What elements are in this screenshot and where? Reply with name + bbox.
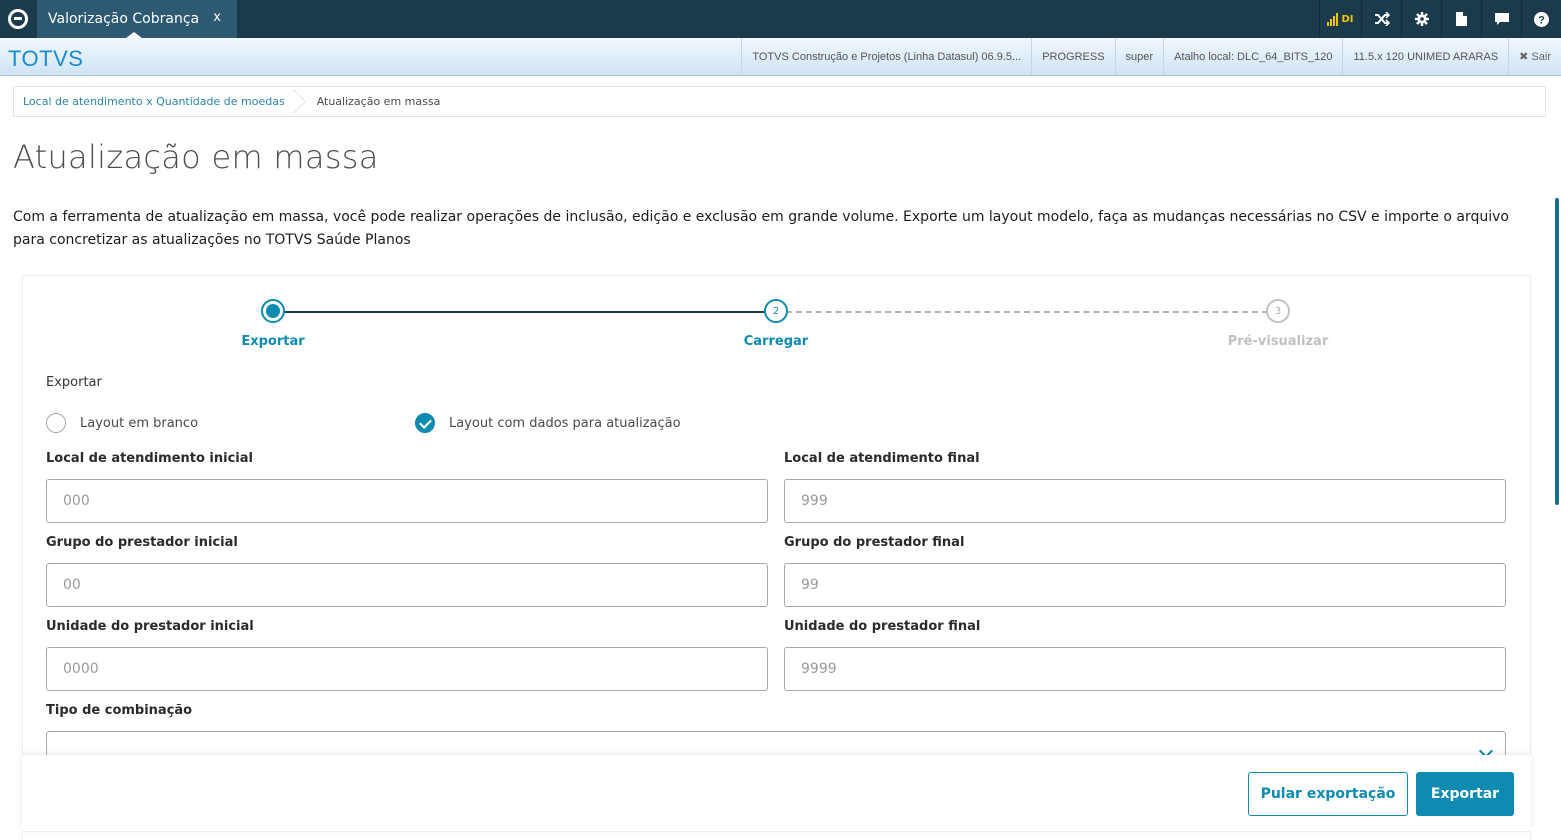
step-carregar-dot[interactable]: 2 [764, 299, 788, 323]
page-description: Com a ferramenta de atualização em massa… [13, 209, 1509, 248]
page-title: Atualização em massa [13, 138, 379, 176]
skip-export-button[interactable]: Pular exportação [1248, 772, 1408, 816]
app-header: TOTVS TOTVS Construção e Projetos (Linha… [0, 38, 1561, 76]
gear-icon[interactable] [1401, 0, 1441, 38]
unidade-final-label: Unidade do prestador final [784, 619, 981, 634]
totvs-logo-icon[interactable] [0, 0, 36, 38]
tipo-combinacao-label: Tipo de combinação [46, 703, 193, 718]
version-info: 11.5.x 120 UNIMED ARARAS [1342, 38, 1508, 75]
grupo-inicial-input[interactable] [46, 563, 768, 607]
product-info: TOTVS Construção e Projetos (Linha Datas… [741, 38, 1031, 75]
tab-close-button[interactable]: x [213, 10, 221, 25]
shuffle-icon[interactable] [1361, 0, 1401, 38]
session-info: TOTVS Construção e Projetos (Linha Datas… [741, 38, 1561, 75]
radio-label: Layout em branco [80, 415, 199, 431]
unidade-inicial-label: Unidade do prestador inicial [46, 619, 254, 634]
stepper-line-pending [776, 311, 1278, 313]
chat-icon[interactable] [1481, 0, 1521, 38]
grupo-final-input[interactable] [784, 563, 1506, 607]
top-bar: Valorização Cobrança x DI ? [0, 0, 1561, 38]
step-exportar-label[interactable]: Exportar [193, 334, 353, 349]
top-toolbar: DI ? [1319, 0, 1561, 38]
radio-unchecked-icon[interactable] [46, 413, 66, 433]
export-button[interactable]: Exportar [1416, 772, 1514, 816]
radio-checked-icon[interactable] [415, 413, 435, 433]
radio-layout-em-branco[interactable]: Layout em branco [46, 413, 198, 433]
grupo-inicial-label: Grupo do prestador inicial [46, 535, 238, 550]
local-final-input[interactable] [784, 479, 1506, 523]
signal-icon[interactable]: DI [1319, 0, 1361, 38]
user-info: super [1114, 38, 1164, 75]
shortcut-info: Atalho local: DLC_64_BITS_120 [1163, 38, 1342, 75]
local-final-label: Local de atendimento final [784, 451, 980, 466]
tab-title: Valorização Cobrança [48, 11, 200, 27]
radio-label: Layout com dados para atualização [449, 415, 681, 431]
breadcrumb-parent-link[interactable]: Local de atendimento x Quantidade de moe… [14, 87, 307, 116]
svg-text:?: ? [1538, 14, 1545, 26]
help-icon[interactable]: ? [1521, 0, 1561, 38]
step-exportar-dot[interactable] [261, 299, 285, 323]
radio-layout-com-dados[interactable]: Layout com dados para atualização [415, 413, 681, 433]
unidade-inicial-input[interactable] [46, 647, 768, 691]
step-pre-visualizar-label: Pré-visualizar [1227, 334, 1329, 349]
step-carregar-label[interactable]: Carregar [696, 334, 856, 349]
breadcrumb-current: Atualização em massa [316, 95, 441, 108]
local-inicial-input[interactable] [46, 479, 768, 523]
database-info: PROGRESS [1031, 38, 1114, 75]
signal-label: DI [1341, 13, 1354, 25]
tab-valorizacao-cobranca[interactable]: Valorização Cobrança x [37, 0, 237, 38]
local-inicial-label: Local de atendimento inicial [46, 451, 253, 466]
export-section-title: Exportar [46, 375, 102, 390]
breadcrumb: Local de atendimento x Quantidade de moe… [13, 86, 1546, 117]
vertical-scrollbar[interactable] [1555, 198, 1559, 505]
brand-logo: TOTVS [8, 46, 84, 71]
logout-button[interactable]: ✖ Sair [1508, 38, 1561, 75]
document-icon[interactable] [1441, 0, 1481, 38]
stepper-line-completed [273, 311, 776, 313]
step-pre-visualizar-dot: 3 [1266, 299, 1290, 323]
unidade-final-input[interactable] [784, 647, 1506, 691]
grupo-final-label: Grupo do prestador final [784, 535, 965, 550]
